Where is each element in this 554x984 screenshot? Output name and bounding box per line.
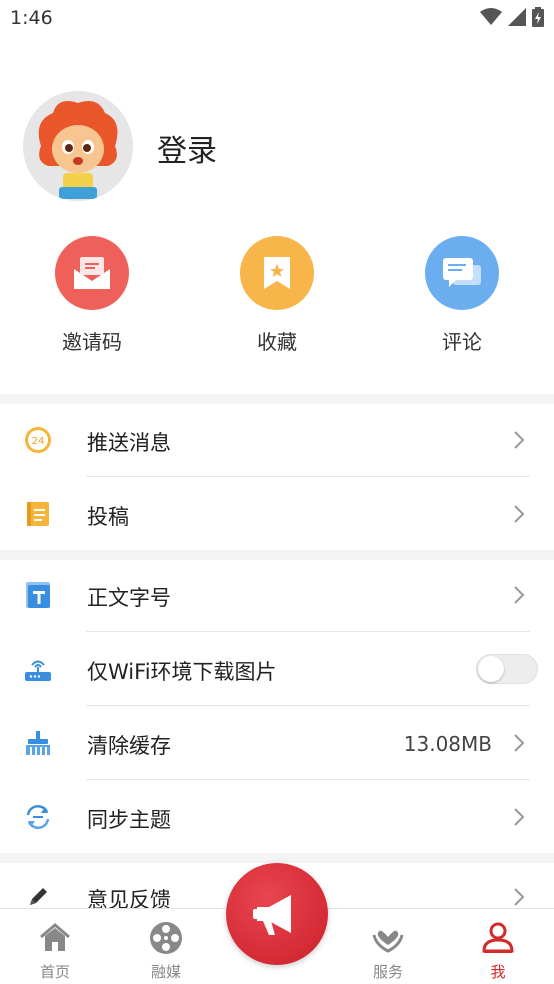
- heart-hands-icon: [372, 930, 404, 953]
- megaphone-button[interactable]: [226, 863, 328, 965]
- router-icon: [25, 660, 51, 681]
- avatar[interactable]: [23, 91, 133, 201]
- chevron-right-icon: [514, 734, 525, 752]
- megaphone-icon: [253, 895, 291, 935]
- bookmark-icon: [240, 236, 314, 310]
- home-icon: [40, 923, 70, 951]
- broom-icon: [26, 731, 50, 755]
- row-label: 投稿: [87, 505, 129, 529]
- favorites-shortcut[interactable]: 收藏: [217, 236, 337, 355]
- font-size-row[interactable]: 正文字号: [0, 558, 554, 632]
- shortcut-label: 评论: [442, 330, 482, 354]
- login-link[interactable]: 登录: [157, 126, 217, 170]
- status-icons: [480, 7, 544, 27]
- toggle-knob: [478, 656, 504, 682]
- battery-icon: [532, 7, 544, 27]
- comment-icon: [425, 236, 499, 310]
- row-label: 清除缓存: [87, 734, 171, 758]
- shortcut-label: 邀请码: [62, 330, 122, 354]
- status-time: 1:46: [10, 7, 53, 29]
- nav-me[interactable]: 我: [443, 909, 553, 984]
- svg-text:24: 24: [32, 436, 45, 447]
- signal-icon: [508, 8, 526, 26]
- text-t-icon: [26, 582, 50, 608]
- chevron-right-icon: [514, 586, 525, 604]
- shortcut-label: 收藏: [257, 330, 297, 354]
- 24-clock-icon: 24: [25, 427, 51, 453]
- user-icon: [482, 922, 514, 953]
- chevron-right-icon: [514, 888, 525, 906]
- nav-label: 融媒: [150, 963, 181, 981]
- wifi-icon: [480, 8, 502, 25]
- nav-services[interactable]: 服务: [333, 909, 443, 984]
- comments-shortcut[interactable]: 评论: [402, 236, 522, 355]
- chevron-right-icon: [514, 505, 525, 523]
- clear-cache-row[interactable]: 清除缓存 13.08MB: [0, 706, 554, 780]
- pencil-icon: [30, 888, 47, 905]
- row-label: 同步主题: [87, 808, 171, 832]
- row-label: 正文字号: [87, 586, 171, 610]
- status-bar: 1:46: [0, 0, 554, 40]
- cache-size-value: 13.08MB: [403, 732, 492, 756]
- wifi-only-row: 仅WiFi环境下载图片: [0, 632, 554, 706]
- nav-media[interactable]: 融媒: [111, 909, 221, 984]
- push-notifications-row[interactable]: 24 推送消息: [0, 403, 554, 477]
- chevron-right-icon: [514, 431, 525, 449]
- row-label: 仅WiFi环境下载图片: [87, 660, 277, 684]
- row-label: 推送消息: [87, 431, 171, 455]
- wifi-only-toggle[interactable]: [476, 654, 538, 684]
- envelope-icon: [55, 236, 129, 310]
- lion-mascot-icon: [23, 91, 133, 201]
- film-reel-icon: [150, 922, 182, 954]
- nav-home[interactable]: 首页: [0, 909, 110, 984]
- chevron-right-icon: [514, 808, 525, 826]
- contribute-row[interactable]: 投稿: [0, 477, 554, 551]
- nav-label: 首页: [39, 963, 70, 981]
- nav-label: 我: [490, 963, 506, 981]
- sync-theme-row[interactable]: 同步主题: [0, 780, 554, 854]
- invite-code-shortcut[interactable]: 邀请码: [32, 236, 152, 355]
- notepad-icon: [27, 502, 49, 526]
- sync-icon: [26, 805, 50, 829]
- nav-label: 服务: [372, 963, 403, 981]
